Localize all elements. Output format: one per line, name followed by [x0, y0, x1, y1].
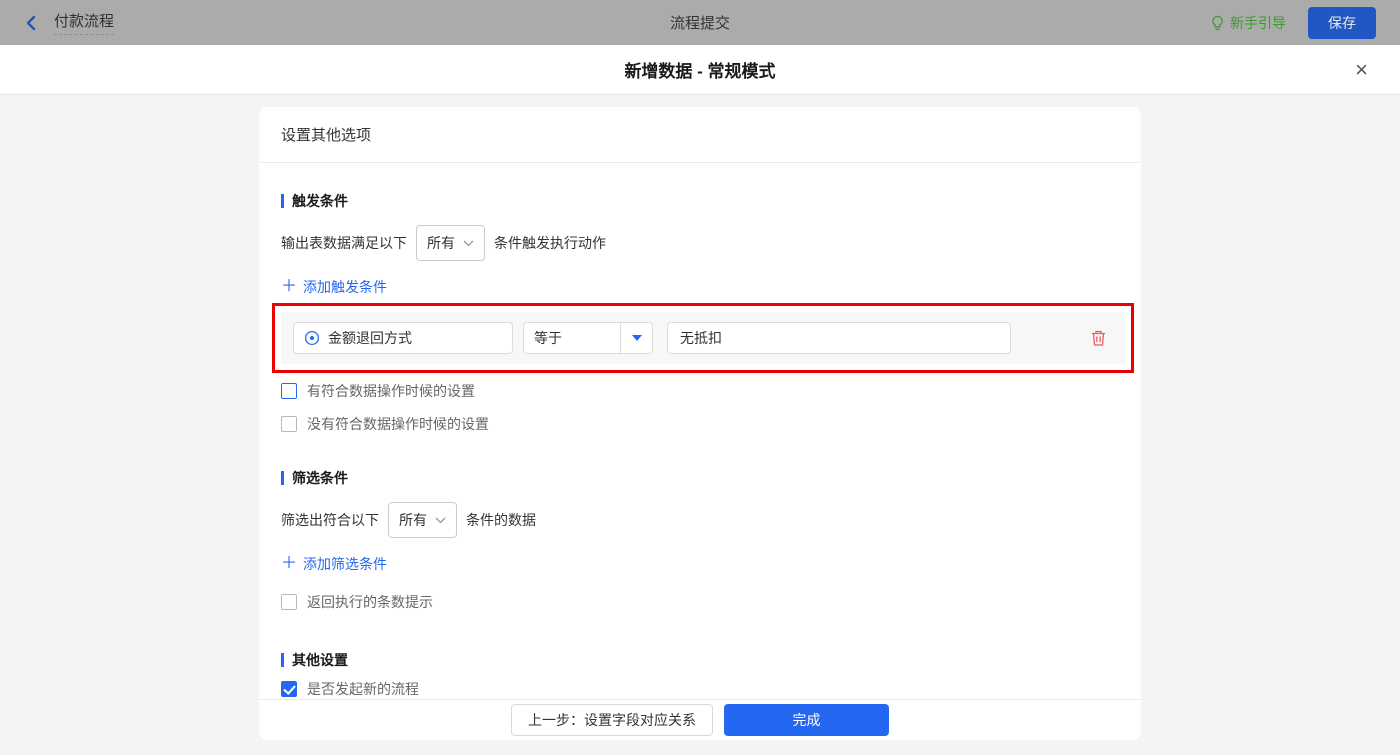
add-filter-condition-link[interactable]: ＋ 添加筛选条件 — [281, 554, 387, 574]
modal-titlebar: 新增数据 - 常规模式 × — [0, 45, 1400, 95]
back-icon[interactable] — [24, 15, 38, 31]
condition-field-value: 金额退回方式 — [328, 330, 412, 346]
save-button[interactable]: 保存 — [1308, 6, 1376, 39]
filter-section-title: 筛选条件 — [281, 468, 1119, 488]
beginner-guide-label: 新手引导 — [1230, 14, 1286, 31]
topbar-right-group: 新手引导 保存 — [1210, 6, 1376, 39]
flow-name[interactable]: 付款流程 — [54, 10, 115, 35]
condition-highlight-box: 金额退回方式 等于 无抵扣 — [272, 303, 1134, 373]
section-marker — [281, 653, 284, 667]
chevron-down-icon — [435, 517, 446, 523]
other-section-title: 其他设置 — [281, 650, 1119, 670]
radio-field-icon — [304, 330, 320, 346]
checkbox-has-match-label: 有符合数据操作时候的设置 — [307, 383, 475, 399]
condition-operator-value: 等于 — [534, 330, 562, 346]
checkbox-no-match-label: 没有符合数据操作时候的设置 — [307, 416, 489, 432]
delete-condition-button[interactable] — [1090, 329, 1107, 347]
section-marker — [281, 194, 284, 208]
filter-match-value: 所有 — [399, 512, 427, 528]
top-bar: 付款流程 流程提交 新手引导 保存 — [0, 0, 1400, 45]
topbar-left-group: 付款流程 — [24, 10, 115, 35]
other-section-label: 其他设置 — [292, 652, 348, 668]
trigger-section-label: 触发条件 — [292, 193, 348, 209]
checkbox-has-match[interactable] — [281, 383, 297, 399]
trigger-match-value: 所有 — [427, 235, 455, 251]
condition-value-input[interactable]: 无抵扣 — [667, 322, 1011, 354]
beginner-guide-link[interactable]: 新手引导 — [1210, 13, 1286, 33]
checkbox-new-flow[interactable] — [281, 681, 297, 697]
modal-title: 新增数据 - 常规模式 — [624, 62, 776, 81]
trigger-sentence: 输出表数据满足以下 所有 条件触发执行动作 — [281, 225, 1119, 261]
filter-section-label: 筛选条件 — [292, 470, 348, 486]
card-content: 触发条件 输出表数据满足以下 所有 条件触发执行动作 ＋ 添加触发条件 金额退回… — [259, 163, 1141, 699]
trigger-sentence-suffix: 条件触发执行动作 — [494, 235, 606, 251]
add-trigger-condition-label: 添加触发条件 — [303, 279, 388, 295]
trigger-sentence-prefix: 输出表数据满足以下 — [281, 235, 407, 251]
condition-field-select[interactable]: 金额退回方式 — [293, 322, 513, 354]
settings-card: 设置其他选项 触发条件 输出表数据满足以下 所有 条件触发执行动作 ＋ 添加触发… — [259, 107, 1141, 740]
checkbox-row-no-match[interactable]: 没有符合数据操作时候的设置 — [281, 414, 1119, 434]
close-icon[interactable]: × — [1355, 58, 1368, 81]
checkbox-return-count-label: 返回执行的条数提示 — [307, 594, 433, 610]
trigger-match-select[interactable]: 所有 — [416, 225, 485, 261]
plus-icon: ＋ — [281, 555, 298, 572]
add-filter-condition-label: 添加筛选条件 — [303, 556, 388, 572]
done-button[interactable]: 完成 — [724, 704, 889, 736]
section-marker — [281, 471, 284, 485]
checkbox-row-return-count[interactable]: 返回执行的条数提示 — [281, 592, 1119, 612]
trash-icon — [1092, 330, 1105, 346]
checkbox-new-flow-label: 是否发起新的流程 — [307, 681, 419, 697]
condition-row: 金额退回方式 等于 无抵扣 — [281, 312, 1125, 364]
filter-match-select[interactable]: 所有 — [388, 502, 457, 538]
page-title: 流程提交 — [669, 15, 731, 32]
previous-step-button[interactable]: 上一步：设置字段对应关系 — [511, 704, 713, 736]
lightbulb-icon — [1212, 15, 1223, 30]
filter-sentence-prefix: 筛选出符合以下 — [281, 512, 379, 528]
checkbox-no-match[interactable] — [281, 416, 297, 432]
plus-icon: ＋ — [281, 278, 298, 295]
operator-caret-button[interactable] — [621, 323, 652, 353]
caret-down-icon — [631, 335, 642, 341]
condition-operator-select[interactable]: 等于 — [523, 322, 653, 354]
checkbox-return-count[interactable] — [281, 594, 297, 610]
card-footer: 上一步：设置字段对应关系 完成 — [259, 699, 1141, 740]
trigger-section-title: 触发条件 — [281, 191, 1119, 211]
modal-body: 设置其他选项 触发条件 输出表数据满足以下 所有 条件触发执行动作 ＋ 添加触发… — [0, 95, 1400, 755]
filter-sentence-suffix: 条件的数据 — [466, 512, 536, 528]
add-trigger-condition-link[interactable]: ＋ 添加触发条件 — [281, 277, 387, 297]
card-header: 设置其他选项 — [259, 107, 1141, 163]
chevron-down-icon — [463, 240, 474, 246]
filter-sentence: 筛选出符合以下 所有 条件的数据 — [281, 502, 1119, 538]
checkbox-row-new-flow[interactable]: 是否发起新的流程 — [281, 679, 1119, 699]
checkbox-row-has-match[interactable]: 有符合数据操作时候的设置 — [281, 381, 1119, 401]
